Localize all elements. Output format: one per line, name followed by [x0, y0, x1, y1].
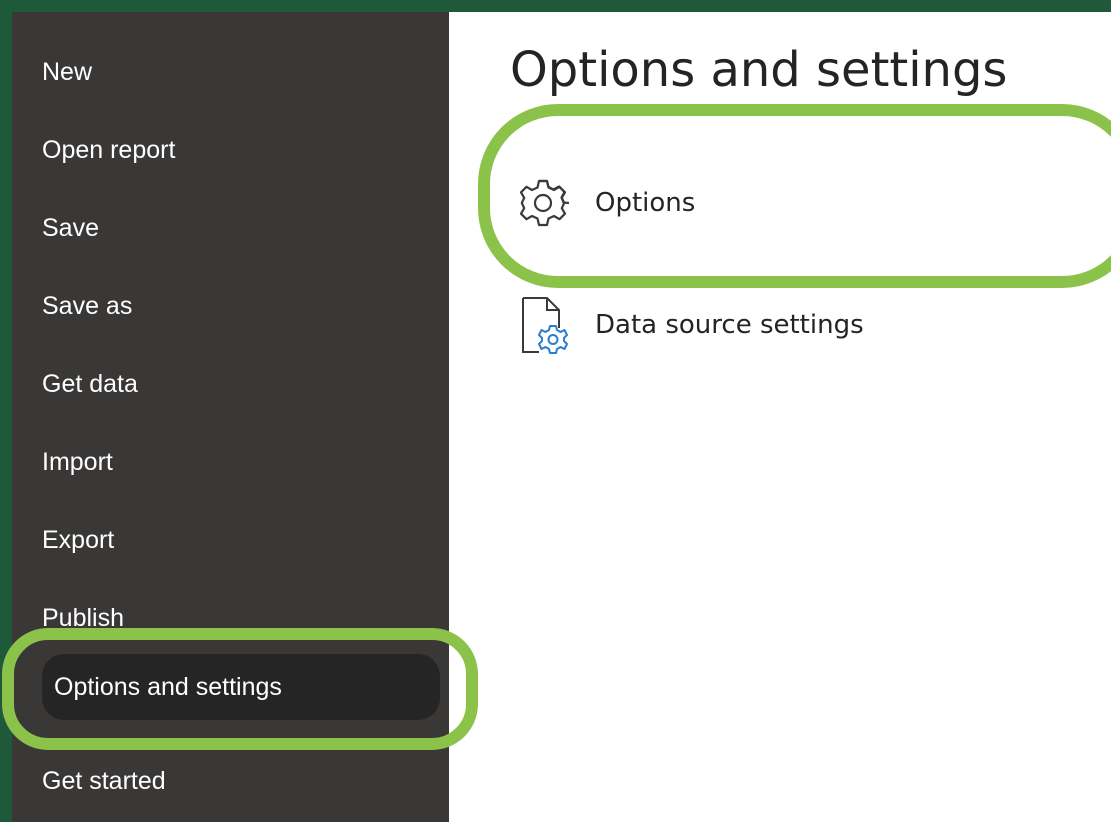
- sidebar-item-save[interactable]: Save: [42, 213, 422, 243]
- gear-icon: [513, 173, 573, 233]
- sidebar-item-get-started[interactable]: Get started: [42, 766, 422, 796]
- sidebar-item-import[interactable]: Import: [42, 447, 422, 477]
- page-title: Options and settings: [510, 42, 1008, 98]
- backstage-window: New Open report Save Save as Get data Im…: [12, 12, 1111, 822]
- data-source-settings-label: Data source settings: [595, 310, 864, 340]
- file-menu-sidebar: New Open report Save Save as Get data Im…: [12, 12, 449, 822]
- options-button[interactable]: Options: [513, 173, 1073, 233]
- sidebar-item-open-report[interactable]: Open report: [42, 135, 422, 165]
- options-label: Options: [595, 188, 696, 218]
- data-source-settings-icon: [513, 295, 573, 355]
- data-source-settings-button[interactable]: Data source settings: [513, 295, 1073, 355]
- sidebar-item-publish[interactable]: Publish: [42, 603, 422, 633]
- sidebar-item-save-as[interactable]: Save as: [42, 291, 422, 321]
- sidebar-item-export[interactable]: Export: [42, 525, 422, 555]
- sidebar-item-label: Options and settings: [54, 673, 282, 701]
- sidebar-item-new[interactable]: New: [42, 57, 422, 87]
- sidebar-item-options-and-settings[interactable]: Options and settings: [42, 654, 440, 720]
- sidebar-item-get-data[interactable]: Get data: [42, 369, 422, 399]
- options-and-settings-pane: Options and settings Options Data source…: [449, 12, 1111, 822]
